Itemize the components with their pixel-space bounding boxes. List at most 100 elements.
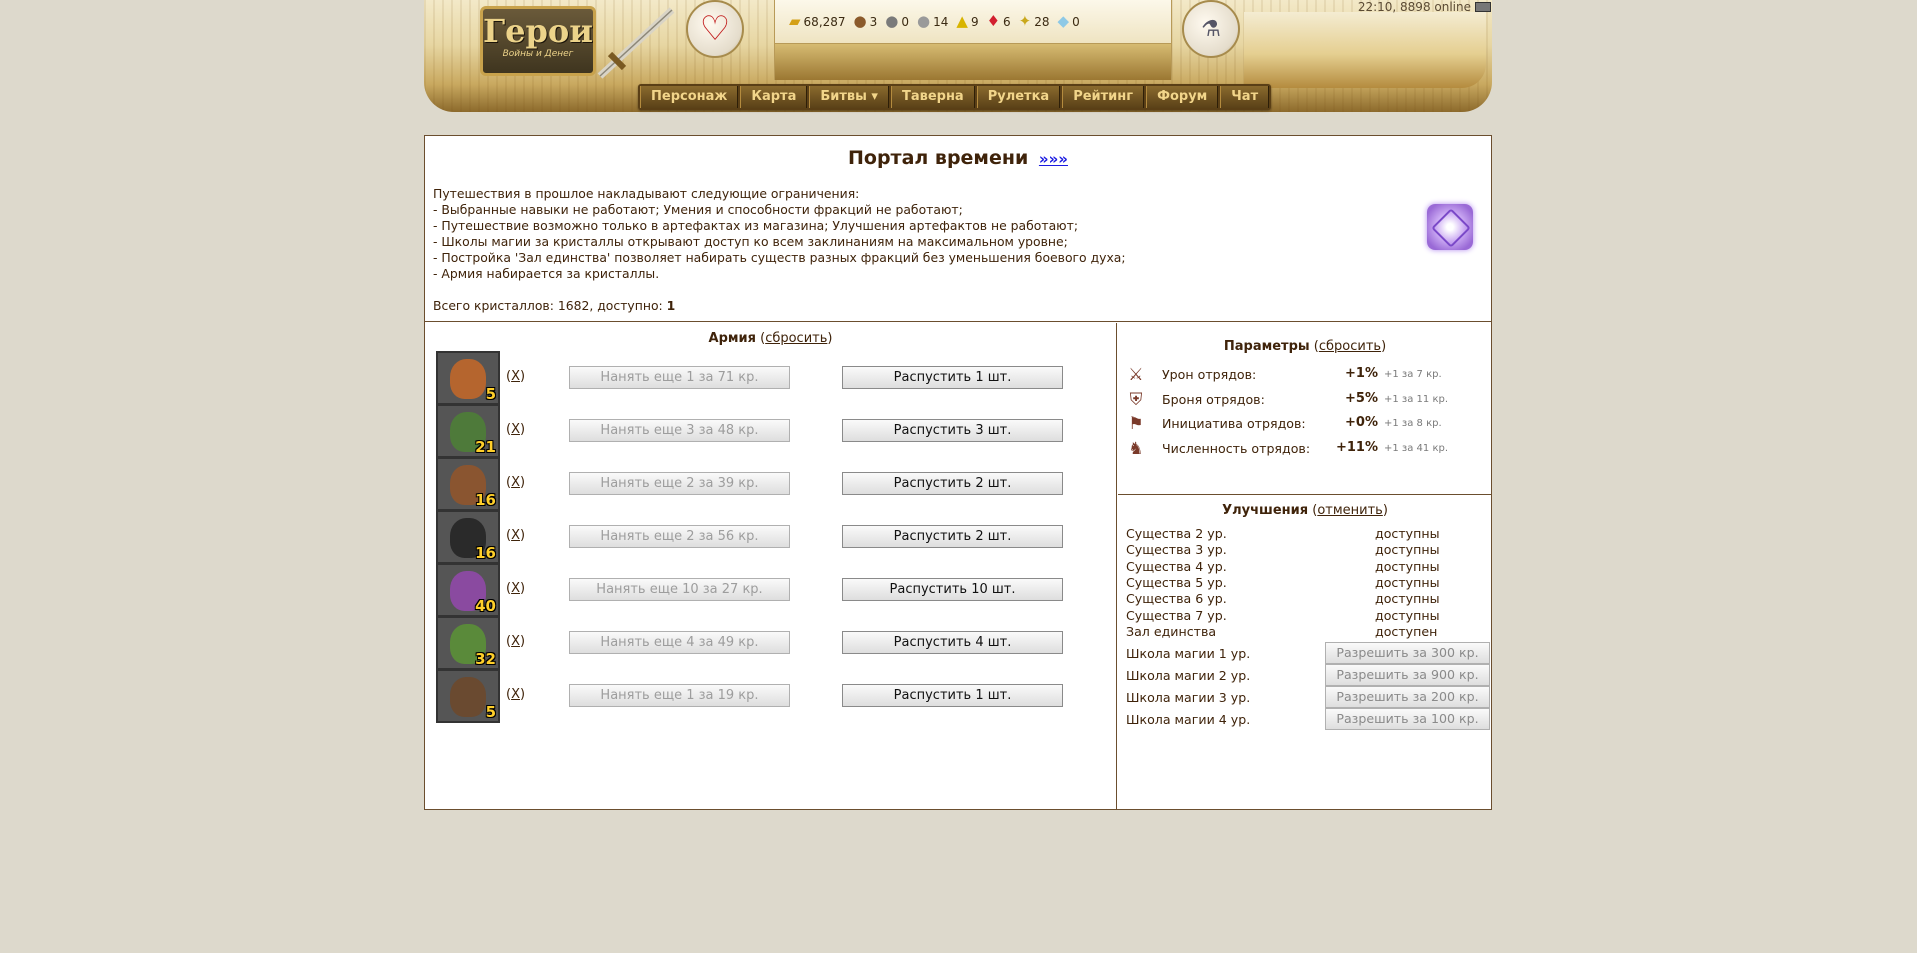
remove-unit: (X) [506,422,526,437]
nav-forum[interactable]: Форум [1146,86,1219,108]
unit-count: 21 [475,438,496,456]
hire-more-button[interactable]: Нанять еще 1 за 71 кр. [569,366,790,389]
crystals-available: 1 [666,298,676,313]
time-crystal-icon [1427,204,1473,250]
dismiss-button[interactable]: Распустить 10 шт. [842,578,1063,601]
nav-tavern[interactable]: Таверна [890,86,975,108]
upgrade-label: Существа 5 ур. [1126,574,1227,590]
unit-portrait[interactable]: 5 [436,351,500,405]
sword-damage-icon: ⚔ [1128,365,1144,385]
army-unit-row: 32 (X) Нанять еще 4 за 49 кр. Распустить 4 … [436,616,1106,672]
upgrades-section: Улучшения (отменить) Существа 2 ур. досту… [1118,496,1492,810]
heart-icon: ♡ [699,9,731,49]
upgrade-label: Существа 2 ур. [1126,526,1227,541]
remove-unit-link[interactable]: X [511,422,520,437]
unit-portrait[interactable]: 16 [436,457,500,511]
magic-school-row: Школа магии 1 ур. Разрешить за 300 кр. [1126,642,1490,664]
rule-line: - Выбранные навыки не работают; Умения и… [433,202,963,217]
allow-school-button[interactable]: Разрешить за 900 кр. [1325,664,1490,686]
resource-item: ● 14 [917,14,948,29]
resource-value: 0 [1072,14,1080,29]
resource-value: 68,287 [803,14,846,29]
army-unit-row: 16 (X) Нанять еще 2 за 56 кр. Распустить 2 … [436,510,1106,566]
nav-map[interactable]: Карта [740,86,808,108]
parameter-value[interactable]: +5% [1328,391,1378,406]
mail-icon[interactable] [1475,2,1491,12]
hire-more-button[interactable]: Нанять еще 10 за 27 кр. [569,578,790,601]
hire-more-button[interactable]: Нанять еще 4 за 49 кр. [569,631,790,654]
remove-unit: (X) [506,634,526,649]
page-title: Портал времени »»» [425,147,1491,169]
rule-line: - Армия набирается за кристаллы. [433,266,660,281]
upgrades-title-text: Улучшения [1222,503,1309,518]
params-reset-link[interactable]: сбросить [1319,339,1381,354]
hire-more-button[interactable]: Нанять еще 1 за 19 кр. [569,684,790,707]
army-unit-row: 40 (X) Нанять еще 10 за 27 кр. Распустить 1… [436,563,1106,619]
parameter-value[interactable]: +1% [1328,366,1378,381]
parameter-value[interactable]: +0% [1328,415,1378,430]
unit-portrait[interactable]: 16 [436,510,500,564]
dismiss-button[interactable]: Распустить 4 шт. [842,631,1063,654]
armor-icon: ⛨ [1129,389,1143,410]
resources-bar: ▰ 68,287 ● 3 ● 0 ● 14 ▲ 9 ♦ 6 ✦ 28 ◆ 0 [774,0,1172,44]
unit-portrait[interactable]: 21 [436,404,500,458]
magic-school-row: Школа магии 2 ур. Разрешить за 900 кр. [1126,664,1490,686]
army-unit-row: 5 (X) Нанять еще 1 за 19 кр. Распустить 1 ш… [436,669,1106,725]
dismiss-button[interactable]: Распустить 1 шт. [842,684,1063,707]
nav-rating[interactable]: Рейтинг [1062,86,1145,108]
upgrade-status: доступны [1375,542,1440,558]
parameter-cost: +1 за 7 кр. [1384,369,1442,380]
nav-battles[interactable]: Битвы ▾ [809,86,889,108]
army-reset-link[interactable]: сбросить [765,331,827,346]
dismiss-button[interactable]: Распустить 3 шт. [842,419,1063,442]
remove-unit-link[interactable]: X [511,634,520,649]
unit-portrait[interactable]: 5 [436,669,500,723]
portal-more-link[interactable]: »»» [1039,150,1068,168]
remove-unit-link[interactable]: X [511,581,520,596]
game-logo[interactable]: Герои Войны и Денег [480,6,596,76]
nav-roulette[interactable]: Рулетка [976,86,1061,108]
parameter-value[interactable]: +11% [1328,440,1378,455]
rule-line: - Школы магии за кристаллы открывают дос… [433,234,1068,249]
game-header: Герои Войны и Денег ♡ ⚗ ▰ 68,287 ● 3 ● 0 ● 14 ▲ 9… [424,0,1492,115]
resource-item: ● 0 [885,14,909,29]
nav-character[interactable]: Персонаж [640,86,739,108]
upgrade-label: Существа 4 ур. [1126,558,1227,574]
nav-chat[interactable]: Чат [1220,86,1270,108]
allow-school-button[interactable]: Разрешить за 200 кр. [1325,686,1490,708]
upgrade-label: Существа 7 ур. [1126,607,1227,623]
unit-count: 40 [475,597,496,615]
gold-icon: ▰ [789,12,801,30]
unit-portrait[interactable]: 32 [436,616,500,670]
allow-school-button[interactable]: Разрешить за 100 кр. [1325,708,1490,730]
allow-school-button[interactable]: Разрешить за 300 кр. [1325,642,1490,664]
dismiss-button[interactable]: Распустить 2 шт. [842,525,1063,548]
unit-count: 5 [485,703,496,721]
parameter-label: Инициатива отрядов: [1162,416,1306,431]
upgrades-cancel-link[interactable]: отменить [1317,503,1383,518]
health-medallion[interactable]: ♡ [686,0,744,58]
magic-school-row: Школа магии 4 ур. Разрешить за 100 кр. [1126,708,1490,730]
parameters-section: Параметры (сбросить) ⚔ Урон отрядов: +1% +1… [1118,323,1492,495]
remove-unit-link[interactable]: X [511,528,520,543]
remove-unit: (X) [506,369,526,384]
remove-unit-link[interactable]: X [511,687,520,702]
dismiss-button[interactable]: Распустить 2 шт. [842,472,1063,495]
portal-rules: Путешествия в прошлое накладывают следую… [433,186,1126,282]
crystals-icon: ♦ [986,12,1001,30]
ore-icon: ● [885,12,899,30]
upgrade-status: доступны [1375,574,1440,590]
hire-more-button[interactable]: Нанять еще 2 за 39 кр. [569,472,790,495]
online-status: 22:10, 8898 online [1358,0,1491,14]
time-online-text: 22:10, 8898 online [1357,0,1471,14]
hire-more-button[interactable]: Нанять еще 3 за 48 кр. [569,419,790,442]
unit-portrait[interactable]: 40 [436,563,500,617]
hire-more-button[interactable]: Нанять еще 2 за 56 кр. [569,525,790,548]
dismiss-button[interactable]: Распустить 1 шт. [842,366,1063,389]
upgrade-status: доступны [1375,558,1440,574]
magic-school-label: Школа магии 2 ур. [1126,668,1251,683]
mana-medallion[interactable]: ⚗ [1182,0,1240,58]
remove-unit-link[interactable]: X [511,369,520,384]
portal-title-text: Портал времени [848,147,1029,169]
remove-unit-link[interactable]: X [511,475,520,490]
